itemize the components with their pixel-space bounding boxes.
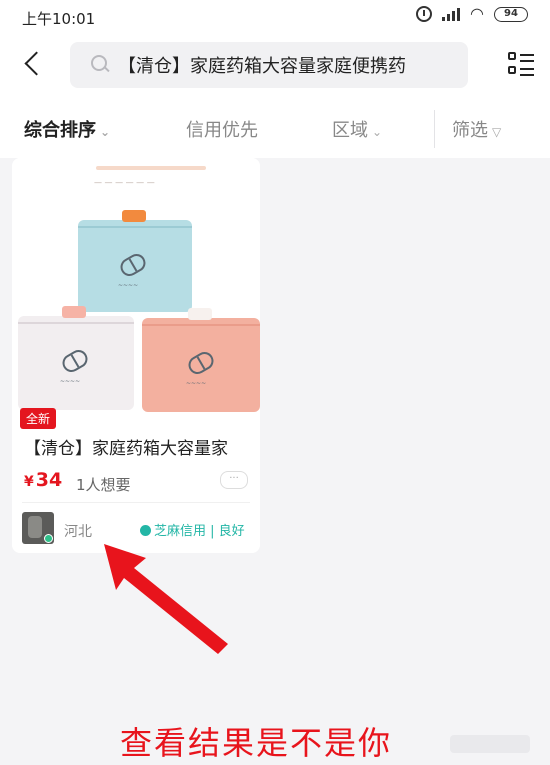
seller-credit-text: 芝麻信用 | 良好 (154, 524, 245, 539)
back-arrow-icon[interactable] (18, 48, 52, 82)
zhima-credit-icon (140, 525, 151, 536)
chevron-down-icon: ⌄ (100, 125, 111, 139)
search-icon (90, 54, 112, 76)
search-header: 【清仓】家庭药箱大容量家庭便携药 (0, 34, 550, 100)
filter-credit-first[interactable]: 信用优先 (186, 116, 258, 142)
alarm-icon (416, 6, 433, 22)
signal-icon (442, 7, 461, 21)
more-options-icon[interactable]: ··· (220, 471, 248, 489)
price-currency: ¥ (24, 474, 34, 490)
price-value: 34 (35, 469, 63, 491)
product-title: 【清仓】家庭药箱大容量家 (24, 439, 228, 459)
wants-count: 1人想要 (76, 476, 131, 494)
medicine-box-blue: ~~~~ (78, 210, 192, 312)
bottom-overlay (450, 735, 530, 753)
filter-divider (434, 110, 435, 148)
filter-region[interactable]: 区域 ⌄ (332, 116, 382, 142)
filter-screen[interactable]: 筛选 ▽ (452, 116, 501, 142)
image-subtag: — — — — — — (94, 178, 155, 187)
filter-bar: 综合排序 ⌄ 信用优先 区域 ⌄ 筛选 ▽ (0, 100, 550, 158)
medicine-box-pink: ~~~~ (142, 308, 260, 412)
condition-badge: 全新 (20, 408, 57, 429)
product-price: ¥34 (24, 469, 62, 491)
filter-region-label: 区域 (332, 120, 368, 141)
battery-icon: 94 (494, 6, 528, 22)
chevron-down-icon: ⌄ (372, 125, 383, 139)
filter-sort[interactable]: 综合排序 ⌄ (24, 116, 110, 142)
image-tagline (96, 166, 206, 170)
card-divider (22, 502, 250, 503)
wifi-icon: ◠ (470, 4, 484, 23)
online-status-dot (44, 534, 53, 543)
search-query-text: 【清仓】家庭药箱大容量家庭便携药 (118, 56, 406, 77)
seller-location: 河北 (64, 524, 92, 540)
grid-view-icon[interactable] (508, 52, 536, 80)
status-time: 上午10:01 (22, 10, 96, 28)
product-image: — — — — — — ~~~~ ~~~~ ~~~~ (12, 158, 260, 426)
status-bar: 上午10:01 ◠ 94 (0, 0, 550, 34)
funnel-icon: ▽ (492, 125, 502, 139)
filter-credit-label: 信用优先 (186, 120, 258, 141)
filter-screen-label: 筛选 (452, 120, 488, 141)
product-card[interactable]: — — — — — — ~~~~ ~~~~ ~~~~ 全新 【清仓】家庭药箱大容… (12, 158, 260, 553)
annotation-arrow-icon (104, 544, 228, 654)
filter-sort-label: 综合排序 (24, 120, 96, 141)
status-icons: ◠ 94 (416, 6, 528, 22)
search-input[interactable]: 【清仓】家庭药箱大容量家庭便携药 (70, 42, 468, 88)
medicine-box-white: ~~~~ (18, 306, 134, 410)
seller-credit: 芝麻信用 | 良好 (140, 520, 245, 539)
seller-avatar[interactable] (22, 512, 54, 544)
annotation-caption: 查看结果是不是你 (120, 724, 393, 762)
